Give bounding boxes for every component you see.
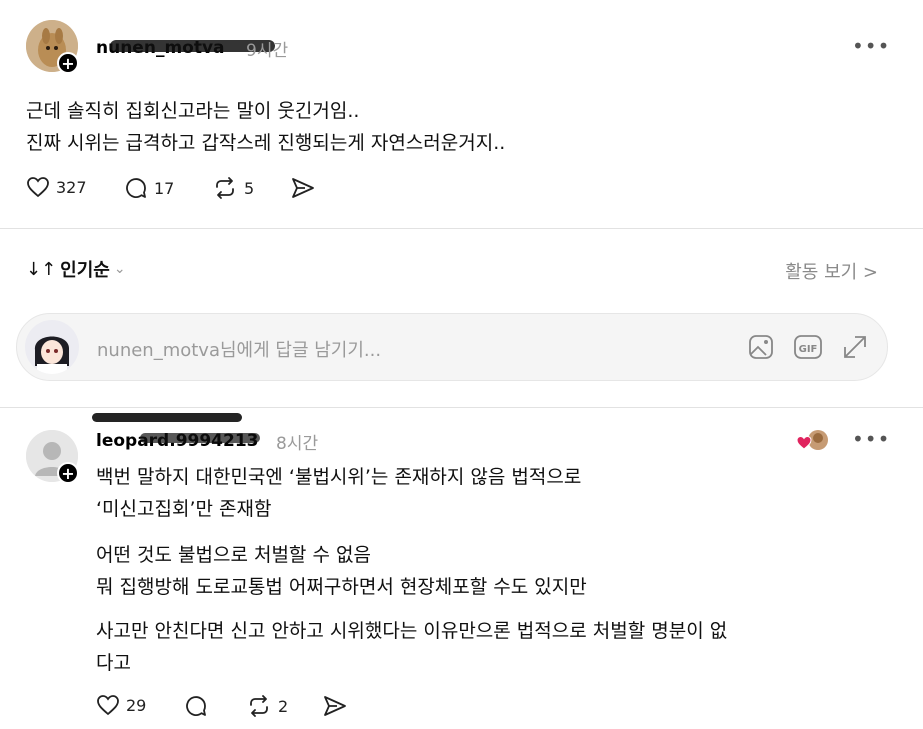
repost-count: 5	[244, 178, 255, 198]
repost-button[interactable]: 5	[212, 176, 254, 200]
like-count: 29	[126, 695, 147, 715]
heart-icon	[27, 177, 49, 198]
comment-icon	[126, 178, 146, 198]
comment-count: 17	[154, 178, 175, 198]
comment-button[interactable]: 17	[124, 176, 174, 200]
post-timestamp: 9시간	[246, 41, 289, 61]
share-button[interactable]	[322, 694, 348, 718]
author-liked-heart-icon	[796, 430, 828, 450]
original-post: + nunen_motva 9시간 ••• 근데 솔직히 집회신고라는 말이 웃…	[0, 0, 923, 228]
post-text-line-2: 진짜 시위는 급격하고 갑작스레 진행되는게 자연스러운거지..	[26, 132, 506, 154]
comment-text-line-6: 다고	[96, 652, 131, 674]
comment-icon	[186, 696, 206, 716]
sort-arrows-icon: ↓↑	[26, 258, 57, 280]
comment-button[interactable]	[184, 694, 208, 718]
repost-count: 2	[278, 696, 289, 716]
comment-text-line-4: 뭐 집행방해 도로교통법 어쩌구하면서 현장체포할 수도 있지만	[96, 576, 587, 598]
share-button[interactable]	[290, 176, 316, 200]
follow-plus-icon[interactable]: +	[57, 462, 79, 484]
divider	[0, 407, 923, 408]
reply-input-box[interactable]: nunen_motva님에게 답글 남기기... GIF	[16, 313, 888, 381]
redaction-scribble	[140, 433, 260, 443]
chevron-down-icon: ⌄	[113, 261, 126, 277]
gif-icon[interactable]: GIF	[793, 333, 823, 361]
comment-text-line-5: 사고만 안친다면 신고 안하고 시위했다는 이유만으론 법적으로 처벌할 명분이…	[96, 620, 728, 642]
repost-icon	[250, 695, 268, 717]
sort-dropdown[interactable]: ↓↑ 인기순 ⌄	[26, 256, 126, 282]
like-button[interactable]: 29	[96, 694, 146, 716]
repost-button[interactable]: 2	[246, 694, 288, 718]
comment-text-line-3: 어떤 것도 불법으로 처벌할 수 없음	[96, 544, 371, 566]
comment-text-line-2: ‘미신고집회’만 존재함	[96, 498, 272, 520]
sort-label: 인기순	[60, 260, 110, 281]
more-icon[interactable]: •••	[852, 34, 890, 58]
expand-icon[interactable]	[841, 333, 869, 361]
follow-plus-icon[interactable]: +	[57, 52, 79, 74]
comment-text-line-1: 백번 말하지 대한민국엔 ‘불법시위’는 존재하지 않음 법적으로	[96, 466, 582, 488]
like-button[interactable]: 327	[26, 176, 87, 198]
svg-text:GIF: GIF	[799, 344, 818, 355]
like-count: 327	[56, 177, 87, 197]
share-icon	[324, 696, 346, 716]
view-activity-link[interactable]: 활동 보기 >	[785, 258, 878, 284]
share-icon	[292, 178, 314, 198]
post-text-line-1: 근데 솔직히 집회신고라는 말이 웃긴거임..	[26, 100, 360, 122]
reply-placeholder: nunen_motva님에게 답글 남기기...	[97, 340, 382, 361]
divider	[0, 228, 923, 229]
heart-icon	[97, 695, 119, 716]
more-icon[interactable]: •••	[852, 427, 890, 451]
redaction-scribble	[92, 413, 242, 422]
repost-icon	[216, 177, 234, 199]
my-avatar	[25, 320, 79, 374]
comment-timestamp: 8시간	[276, 434, 319, 454]
image-icon[interactable]	[747, 333, 775, 361]
